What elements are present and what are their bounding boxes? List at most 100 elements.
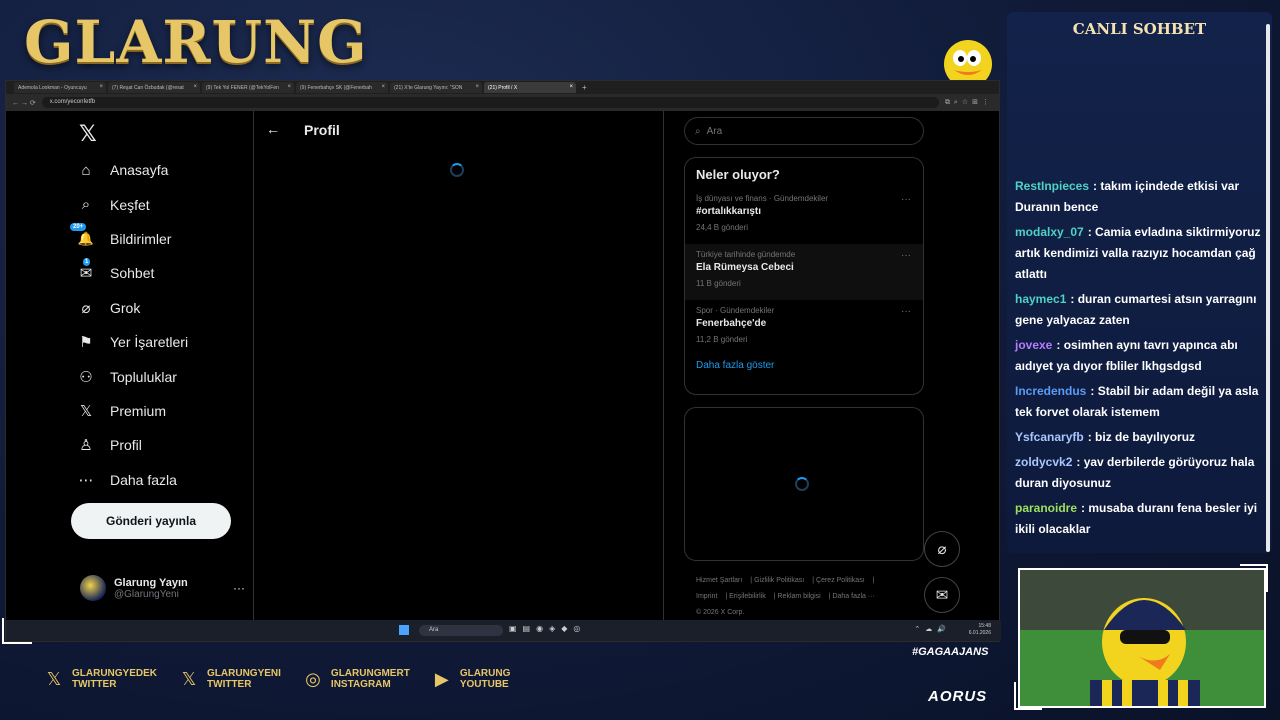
chat-username[interactable]: Ysfcanaryfb	[1015, 430, 1084, 444]
loading-spinner	[450, 163, 464, 177]
trend-item[interactable]: Spor · Gündemdekiler Fenerbahçe'de 11,2 …	[685, 300, 923, 356]
more-icon[interactable]: ···	[901, 194, 911, 205]
clock[interactable]: 15:48 6.01.2026	[969, 623, 991, 637]
clock-time: 15:48	[978, 623, 991, 629]
more-icon[interactable]: ···	[901, 250, 911, 261]
browser-tab[interactable]: (7) Reşat Can Özbudak (@resat ×	[108, 82, 200, 93]
x-icon: 𝕏	[46, 668, 62, 689]
avatar	[80, 575, 106, 601]
browser-window: Ademola Lookman - Oyuncuyu × (7) Reşat Ca…	[5, 80, 1001, 642]
frame-corner	[1240, 564, 1268, 592]
x-nav: ⌂ Anasayfa ⌕ Keşfet 🔔 20+ Bildirimler ✉ 1 …	[70, 153, 188, 497]
social-instagram: ◎ GLARUNGMERT INSTAGRAM	[303, 668, 410, 690]
nav-item-more[interactable]: ⋯ Daha fazla	[76, 463, 188, 497]
x-icon: 𝕏	[181, 668, 197, 689]
webcam-feed	[1018, 568, 1266, 708]
browser-tab[interactable]: (21) X'te Glarung Yayını: "SON ×	[390, 82, 482, 93]
grok-icon[interactable]: ⌀	[924, 531, 960, 567]
footer-link[interactable]: Imprint	[696, 593, 717, 600]
more-options-icon[interactable]: ···	[233, 581, 245, 595]
chat-message: modalxy_07: Camia evladına siktirmiyoruz…	[1015, 222, 1270, 285]
trend-name: #ortalıkkarıştı	[696, 206, 762, 217]
chat-username[interactable]: paranoidre	[1015, 501, 1077, 515]
footer-link[interactable]: Çerez Politikası	[816, 577, 865, 584]
search-icon: ⌕	[695, 125, 701, 137]
nav-label: Topluluklar	[110, 368, 177, 385]
social-platform: TWITTER	[207, 679, 252, 690]
back-arrow-icon[interactable]: ←	[266, 121, 280, 137]
post-button[interactable]: Gönderi yayınla	[71, 503, 231, 539]
browser-tab[interactable]: (9) Tek Yol FENER (@TekYolFen ×	[202, 82, 294, 93]
chat-username[interactable]: zoldycvk2	[1015, 455, 1072, 469]
chat-username[interactable]: modalxy_07	[1015, 225, 1084, 239]
nav-label: Yer İşaretleri	[110, 334, 189, 351]
sponsor-logo: AORUS	[928, 688, 988, 705]
search-input[interactable]: ⌕ Ara	[684, 117, 924, 145]
browser-tab-active[interactable]: (21) Profil / X ×	[484, 82, 576, 93]
nav-item-notifications[interactable]: 🔔 20+ Bildirimler	[70, 222, 188, 256]
chat-message: zoldycvk2: yav derbilerde görüyoruz hala…	[1015, 452, 1270, 494]
trend-item[interactable]: İş dünyası ve finans · Gündemdekiler #or…	[685, 188, 923, 244]
browser-tab[interactable]: Ademola Lookman - Oyuncuyu ×	[14, 82, 106, 93]
system-tray-icons[interactable]: ⌃☁🔊	[914, 625, 951, 633]
chat-message: Incredendus: Stabil bir adam değil ya as…	[1015, 381, 1270, 423]
nav-item-premium[interactable]: 𝕏 Premium	[76, 394, 188, 428]
footer-links: Hizmet Şartları | Gizlilik Politikası | Çe…	[696, 577, 875, 616]
footer-link[interactable]: Gizlilik Politikası	[754, 577, 804, 584]
taskbar-search[interactable]: Ara	[419, 625, 503, 636]
nav-label: Profil	[110, 437, 142, 454]
copyright: © 2026 X Corp.	[696, 609, 745, 616]
chat-text: : biz de bayılıyoruz	[1087, 430, 1196, 444]
search-placeholder: Ara	[706, 125, 723, 137]
trend-item[interactable]: Türkiye tarihinde gündemde Ela Rümeysa C…	[685, 244, 923, 300]
browser-nav-icons[interactable]: ← → ⟳	[12, 99, 36, 107]
trend-name: Ela Rümeysa Cebeci	[696, 262, 794, 273]
footer-link[interactable]: Reklam bilgisi	[778, 593, 821, 600]
notification-badge: 20+	[70, 222, 87, 231]
nav-label: Grok	[110, 299, 141, 316]
nav-item-communities[interactable]: ⚇ Topluluklar	[76, 359, 188, 393]
nav-item-grok[interactable]: ⌀ Grok	[76, 291, 188, 325]
nav-label: Keşfet	[110, 196, 150, 213]
chat-username[interactable]: haymec1	[1015, 292, 1066, 306]
bookmark-icon: ⚑	[79, 334, 93, 352]
nav-item-explore[interactable]: ⌕ Keşfet	[76, 187, 188, 221]
premium-icon: 𝕏	[79, 402, 93, 420]
browser-toolbar-icons[interactable]: ⧉⌕☆⊞⋮	[945, 98, 993, 107]
windows-start-icon[interactable]	[399, 625, 409, 635]
nav-item-bookmarks[interactable]: ⚑ Yer İşaretleri	[76, 325, 188, 359]
x-logo-icon[interactable]: 𝕏	[79, 121, 97, 147]
chat-message: Ysfcanaryfb: biz de bayılıyoruz	[1015, 427, 1270, 448]
mail-icon[interactable]: ✉	[924, 577, 960, 613]
chat-username[interactable]: RestInpieces	[1015, 179, 1089, 193]
chat-messages: RestInpieces: takım içindede etkisi var …	[1015, 176, 1270, 544]
nav-item-messages[interactable]: ✉ 1 Sohbet	[76, 256, 188, 290]
trend-count: 11,2 B gönderi	[696, 335, 748, 344]
nav-label: Bildirimler	[110, 230, 172, 247]
chat-username[interactable]: jovexe	[1015, 338, 1052, 352]
social-handle: GLARUNGYEDEK	[72, 668, 158, 679]
taskbar-app-icons[interactable]: ▣▤◉◈◆◎	[509, 624, 586, 633]
communities-icon: ⚇	[79, 368, 93, 386]
footer-link[interactable]: Daha fazla ···	[832, 593, 874, 600]
browser-tab[interactable]: (9) Fenerbahçe SK (@Fenerbah ×	[296, 82, 388, 93]
more-icon[interactable]: ···	[901, 306, 911, 317]
new-tab-icon[interactable]: +	[582, 83, 587, 92]
trend-count: 24,4 B gönderi	[696, 223, 749, 232]
streamer-mascot-image	[1020, 570, 1264, 706]
footer-link[interactable]: Erişilebilirlik	[729, 593, 766, 600]
chat-username[interactable]: Incredendus	[1015, 384, 1086, 398]
x-app: 𝕏 ⌂ Anasayfa ⌕ Keşfet 🔔 20+ Bildirimler ✉…	[6, 111, 1001, 622]
show-more-link[interactable]: Daha fazla göster	[685, 356, 923, 375]
home-icon: ⌂	[81, 161, 91, 179]
social-handle: GLARUNGYENI	[207, 668, 281, 679]
footer-link[interactable]: Hizmet Şartları	[696, 577, 742, 584]
chat-message: haymec1: duran cumartesi atsın yarragını…	[1015, 289, 1270, 331]
x-right-sidebar: ⌕ Ara Neler oluyor? İş dünyası ve finans…	[664, 111, 1001, 622]
nav-item-home[interactable]: ⌂ Anasayfa	[76, 153, 188, 187]
account-switcher[interactable]: Glarung Yayın @GlarungYeni ···	[80, 575, 245, 601]
url-field[interactable]: x.com/yeconfetfb	[41, 97, 939, 108]
nav-label: Sohbet	[110, 265, 155, 282]
grok-icon: ⌀	[81, 299, 91, 317]
nav-item-profile[interactable]: ♙ Profil	[76, 428, 188, 462]
